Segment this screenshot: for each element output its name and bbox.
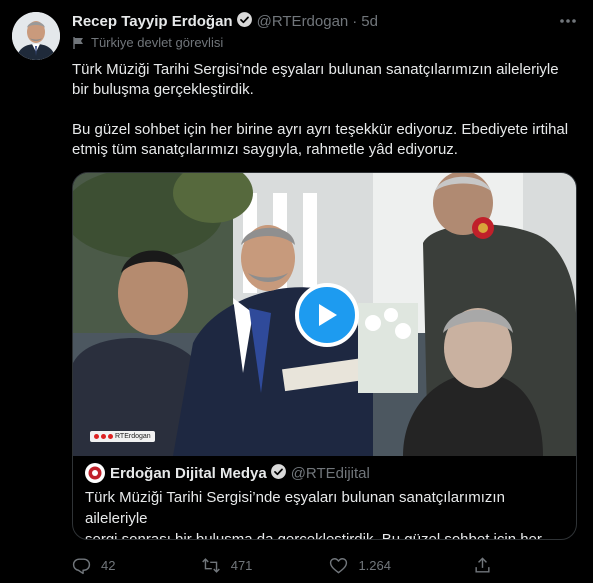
government-flag-icon: [73, 36, 83, 49]
verified-badge-icon: [236, 11, 253, 32]
separator-dot: ·: [352, 12, 358, 30]
quoted-tweet-text: Türk Müziği Tarihi Sergisi’nde eşyaları …: [85, 487, 564, 540]
quoted-tweet-header: Erdoğan Dijital Medya @RTEdijital: [85, 463, 564, 483]
tweet-paragraph-2: Bu güzel sohbet için her birine ayrı ayr…: [72, 121, 569, 158]
quoted-text-line-2: sergi sonrası bir buluşma da gerçekleşti…: [85, 531, 559, 540]
author-name[interactable]: Recep Tayyip Erdoğan: [72, 13, 233, 30]
quoted-tweet-body: Erdoğan Dijital Medya @RTEdijital Türk M…: [85, 463, 564, 540]
retweet-button[interactable]: 471: [201, 556, 330, 575]
author-avatar[interactable]: [12, 12, 60, 60]
affiliation-label: Türkiye devlet görevlisi: [91, 35, 224, 50]
author-handle[interactable]: @RTErdogan: [257, 13, 349, 30]
video-watermark-text: RTErdogan: [115, 433, 151, 440]
reply-icon: [72, 557, 91, 574]
tweet-timestamp[interactable]: 5d: [361, 13, 378, 30]
tweet-text: Türk Müziği Tarihi Sergisi’nde eşyaları …: [72, 60, 577, 160]
tweet-actions: 42 471 1.264: [72, 555, 502, 575]
quoted-author-name[interactable]: Erdoğan Dijital Medya: [110, 465, 267, 482]
government-affiliation: Türkiye devlet görevlisi: [72, 35, 223, 50]
play-button[interactable]: [295, 283, 359, 347]
like-count: 1.264: [358, 557, 391, 573]
like-icon: [330, 557, 348, 573]
reply-count: 42: [101, 557, 116, 573]
video-watermark: RTErdogan: [90, 431, 155, 442]
tweet-paragraph-1: Türk Müziği Tarihi Sergisi’nde eşyaları …: [72, 61, 559, 98]
quoted-author-avatar[interactable]: [85, 463, 105, 483]
share-icon: [475, 556, 490, 573]
quoted-author-handle[interactable]: @RTEdijital: [291, 465, 370, 482]
more-icon[interactable]: [557, 11, 579, 31]
quoted-tweet[interactable]: RTErdogan Erdoğan Dijital Medya @RTEdiji…: [72, 172, 577, 540]
quoted-text-line-1: Türk Müziği Tarihi Sergisi’nde eşyaları …: [85, 489, 505, 527]
tweet-header: Recep Tayyip Erdoğan @RTErdogan · 5d: [72, 11, 581, 31]
play-icon: [319, 304, 337, 326]
retweet-icon: [201, 557, 220, 573]
video-thumbnail[interactable]: RTErdogan: [73, 173, 576, 456]
reply-button[interactable]: 42: [72, 556, 201, 575]
like-button[interactable]: 1.264: [329, 556, 473, 575]
verified-badge-icon: [270, 463, 287, 484]
retweet-count: 471: [230, 557, 253, 573]
share-button[interactable]: [473, 556, 502, 575]
